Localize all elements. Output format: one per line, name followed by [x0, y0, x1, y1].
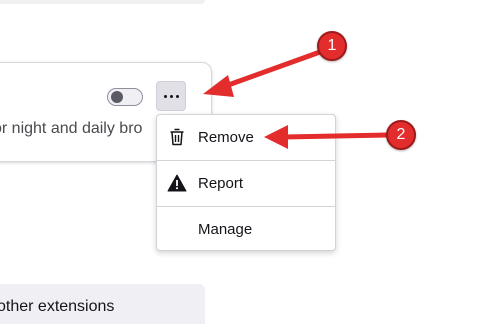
arrow-1-shaft — [217, 49, 323, 91]
arrow-2-head — [264, 125, 288, 149]
annotation-badge-2: 2 — [386, 120, 416, 150]
arrow-1-head — [203, 75, 234, 97]
annotation-badge-1: 1 — [317, 31, 347, 61]
annotation-arrows — [203, 49, 390, 149]
arrow-2-shaft — [281, 132, 390, 140]
